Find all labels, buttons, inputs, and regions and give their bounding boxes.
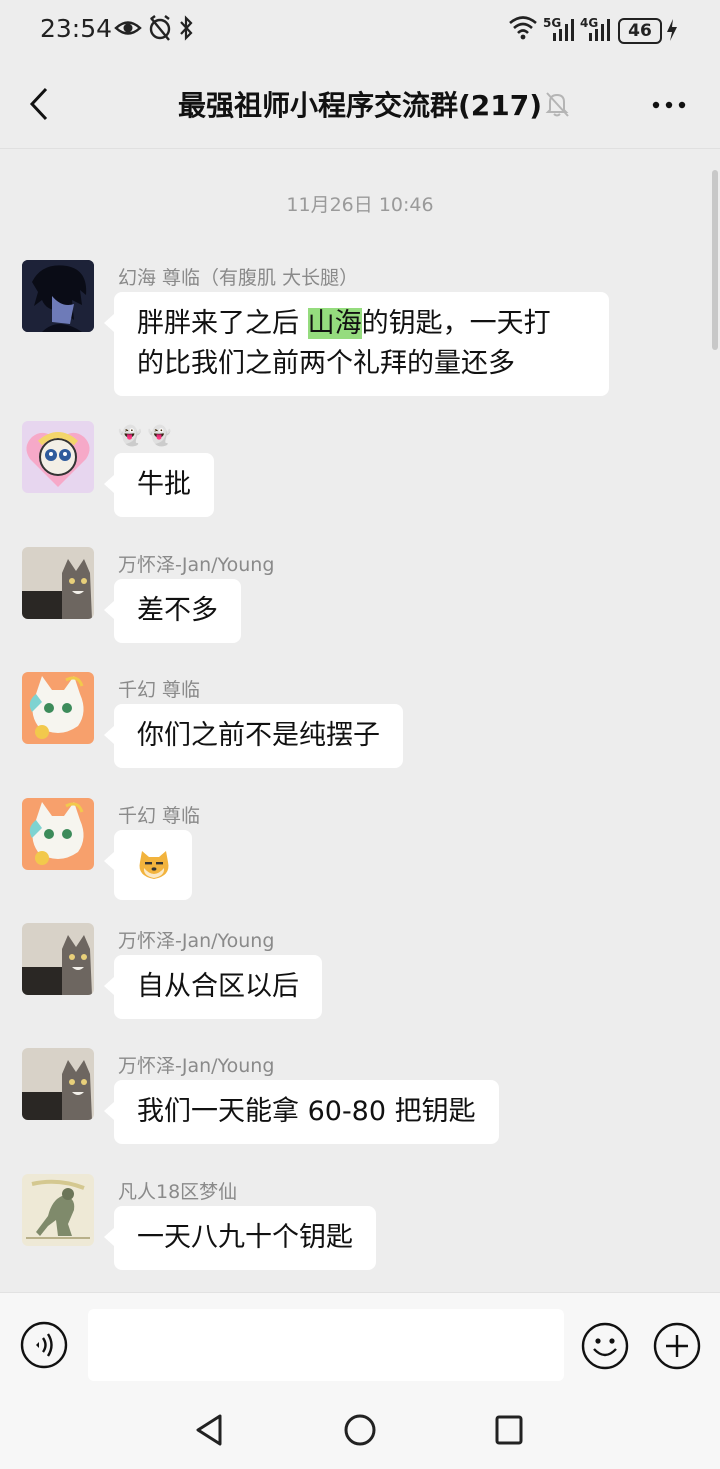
avatar[interactable] bbox=[22, 421, 94, 493]
smiley-icon bbox=[581, 1322, 629, 1370]
message-input[interactable] bbox=[88, 1309, 564, 1381]
avatar[interactable] bbox=[22, 1174, 94, 1246]
avatar[interactable] bbox=[22, 798, 94, 870]
message-bubble[interactable]: 胖胖来了之后 山海的钥匙，一天打 的比我们之前两个礼拜的量还多 bbox=[104, 292, 609, 396]
system-back-button[interactable] bbox=[192, 1412, 226, 1452]
nav-bar: 最强祖师小程序交流群(217) bbox=[0, 62, 720, 149]
voice-input-button[interactable] bbox=[20, 1321, 68, 1369]
time-divider: 11月26日 10:46 bbox=[286, 194, 434, 216]
system-nav-bar bbox=[0, 1392, 720, 1469]
signal-icon-2 bbox=[588, 18, 612, 46]
alarm-off-icon bbox=[148, 14, 172, 46]
more-dots-icon bbox=[652, 101, 686, 109]
message-text: 牛批 bbox=[137, 469, 191, 500]
square-recents-icon bbox=[495, 1415, 523, 1445]
avatar[interactable] bbox=[22, 547, 94, 619]
avatar[interactable] bbox=[22, 923, 94, 995]
message-text: 一天八九十个钥匙 bbox=[137, 1222, 353, 1253]
message-bubble[interactable]: 一天八九十个钥匙 bbox=[104, 1206, 376, 1270]
status-bar: 23:54 5G 4G 46 bbox=[0, 0, 720, 62]
message-bubble[interactable]: 你们之前不是纯摆子 bbox=[104, 704, 403, 768]
voice-icon bbox=[20, 1321, 68, 1369]
message-text: 的比我们之前两个礼拜的量还多 bbox=[137, 348, 515, 379]
message-bubble[interactable] bbox=[104, 830, 192, 900]
sender-name: 万怀泽-Jan/Young bbox=[118, 1055, 275, 1077]
emoji-button[interactable] bbox=[580, 1321, 630, 1371]
doge-emoji-icon bbox=[139, 851, 169, 879]
sender-name: 👻 👻 bbox=[118, 425, 172, 447]
wifi-icon bbox=[508, 14, 538, 44]
mute-bell-icon bbox=[544, 90, 570, 122]
message-bubble[interactable]: 自从合区以后 bbox=[104, 955, 322, 1019]
charging-icon bbox=[666, 18, 678, 46]
bluetooth-icon bbox=[178, 14, 194, 46]
system-home-button[interactable] bbox=[342, 1412, 378, 1452]
sender-name: 万怀泽-Jan/Young bbox=[118, 930, 275, 952]
more-actions-button[interactable] bbox=[652, 1321, 702, 1371]
sender-name: 千幻 尊临 bbox=[118, 679, 201, 701]
sender-name: 凡人18区梦仙 bbox=[118, 1181, 238, 1203]
eye-icon bbox=[114, 14, 142, 46]
message-text: 自从合区以后 bbox=[137, 971, 299, 1002]
message-bubble[interactable]: 牛批 bbox=[104, 453, 214, 517]
chat-title: 最强祖师小程序交流群(217) bbox=[177, 89, 543, 122]
message-text: 差不多 bbox=[137, 595, 218, 626]
more-button[interactable] bbox=[648, 92, 692, 122]
sender-name: 千幻 尊临 bbox=[118, 805, 201, 827]
plus-icon bbox=[653, 1322, 701, 1370]
avatar[interactable] bbox=[22, 1048, 94, 1120]
sender-name: 万怀泽-Jan/Young bbox=[118, 554, 275, 576]
input-bar bbox=[0, 1292, 720, 1393]
status-time: 23:54 bbox=[40, 14, 113, 43]
avatar[interactable] bbox=[22, 672, 94, 744]
battery-icon: 46 bbox=[618, 18, 662, 44]
signal-icon bbox=[552, 18, 576, 46]
system-recents-button[interactable] bbox=[492, 1412, 526, 1452]
message-bubble[interactable]: 差不多 bbox=[104, 579, 241, 643]
sender-name: 幻海 尊临（有腹肌 大长腿） bbox=[118, 267, 359, 289]
message-text: 你们之前不是纯摆子 bbox=[137, 720, 380, 751]
message-text: 胖胖来了之后 bbox=[137, 308, 308, 339]
message-text: 我们一天能拿 60-80 把钥匙 bbox=[137, 1096, 476, 1127]
message-text: 的钥匙，一天打 bbox=[361, 308, 551, 339]
avatar[interactable] bbox=[22, 260, 94, 332]
message-bubble[interactable]: 我们一天能拿 60-80 把钥匙 bbox=[104, 1080, 499, 1144]
highlighted-text: 山海 bbox=[307, 308, 362, 339]
triangle-back-icon bbox=[196, 1414, 222, 1446]
circle-home-icon bbox=[344, 1414, 376, 1446]
